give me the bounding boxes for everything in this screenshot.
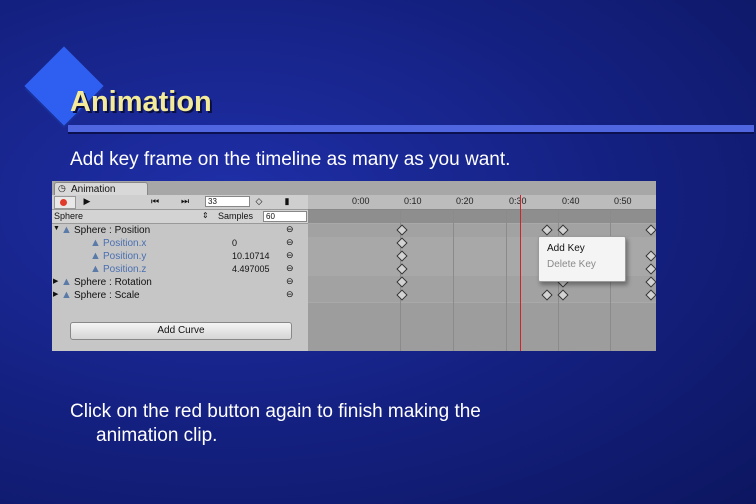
expand-arrow-icon[interactable]: ▼ [53,225,60,232]
select-arrow-icon: ⇕ [202,211,209,220]
time-ruler[interactable]: 0:00 0:10 0:20 0:30 0:40 0:50 [308,195,656,210]
toolbar: ▶ ⏮ ⏭ 33 ◇ ▮ [52,195,308,210]
clock-icon: ◷ [58,183,66,193]
add-curve-button[interactable]: Add Curve [70,322,292,340]
property-name: Position.y [103,251,147,262]
title-divider [68,125,754,132]
curve-toggle-icon[interactable]: ⊖ [286,276,294,287]
expand-arrow-icon[interactable]: ▶ [53,290,58,298]
transform-icon: ▲ [90,250,101,262]
instruction-text-1: Add key frame on the timeline as many as… [70,149,511,170]
animation-tab[interactable]: ◷ Animation [54,182,148,196]
tick-label: 0:20 [456,196,474,206]
curve-toggle-icon[interactable]: ⊖ [286,263,294,274]
animation-window: ◷ Animation ▶ ⏮ ⏭ 33 ◇ ▮ Sphere ⇕ Sample… [52,181,656,351]
samples-field[interactable]: 60 [263,211,307,222]
property-name: Position.x [103,238,147,249]
frame-field[interactable]: 33 [205,196,250,207]
slide-title: Animation [70,86,212,118]
tick-label: 0:10 [404,196,422,206]
prev-key-icon[interactable]: ⏮ [148,196,162,208]
add-keyframe-icon[interactable]: ◇ [252,196,266,208]
transform-icon: ▲ [61,224,72,236]
key-lane[interactable] [308,289,656,303]
transform-icon: ▲ [90,237,101,249]
record-button[interactable] [54,196,76,209]
tick-label: 0:30 [509,196,527,206]
property-row-position-z[interactable]: ▲ Position.z 4.497005 ⊖ [52,263,308,277]
property-name: Sphere : Rotation [74,277,152,288]
property-row-scale[interactable]: ▶ ▲ Sphere : Scale ⊖ [52,289,308,303]
tab-bar: ◷ Animation [52,181,656,196]
selector-row: Sphere ⇕ Samples 60 [52,210,308,224]
tab-label: Animation [71,184,116,195]
event-lane[interactable] [308,210,656,224]
timeline-gridline [453,209,454,351]
property-name: Sphere : Scale [74,290,140,301]
tick-label: 0:40 [562,196,580,206]
property-name: Position.z [103,264,147,275]
property-row-rotation[interactable]: ▶ ▲ Sphere : Rotation ⊖ [52,276,308,290]
curve-toggle-icon[interactable]: ⊖ [286,289,294,300]
instruction-line-2: animation clip. [96,425,218,446]
context-menu: Add Key Delete Key [538,236,626,282]
add-event-icon[interactable]: ▮ [280,196,294,208]
play-icon[interactable]: ▶ [80,196,94,208]
property-value[interactable]: 4.497005 [232,264,270,274]
curve-toggle-icon[interactable]: ⊖ [286,250,294,261]
property-value[interactable]: 0 [232,238,237,248]
next-key-icon[interactable]: ⏭ [178,196,192,208]
record-icon [60,199,67,206]
transform-icon: ▲ [61,276,72,288]
curve-toggle-icon[interactable]: ⊖ [286,224,294,235]
playhead[interactable] [520,195,521,351]
object-select[interactable]: Sphere [54,211,210,222]
expand-arrow-icon[interactable]: ▶ [53,277,58,285]
transform-icon: ▲ [90,263,101,275]
instruction-text-2: Click on the red button again to finish … [70,400,690,448]
timeline-gridline [506,209,507,351]
property-name: Sphere : Position [74,225,151,236]
transform-icon: ▲ [61,289,72,301]
add-key-menu-item[interactable]: Add Key [547,243,585,254]
samples-label: Samples [218,211,254,221]
property-list: ▼ ▲ Sphere : Position ⊖ ▲ Position.x 0 ⊖… [52,224,308,351]
tick-label: 0:00 [352,196,370,206]
curve-toggle-icon[interactable]: ⊖ [286,237,294,248]
timeline-panel[interactable]: 0:00 0:10 0:20 0:30 0:40 0:50 Add Key De… [308,195,656,351]
delete-key-menu-item[interactable]: Delete Key [547,259,596,270]
instruction-line-1: Click on the red button again to finish … [70,401,481,422]
tick-label: 0:50 [614,196,632,206]
property-value[interactable]: 10.10714 [232,251,270,261]
